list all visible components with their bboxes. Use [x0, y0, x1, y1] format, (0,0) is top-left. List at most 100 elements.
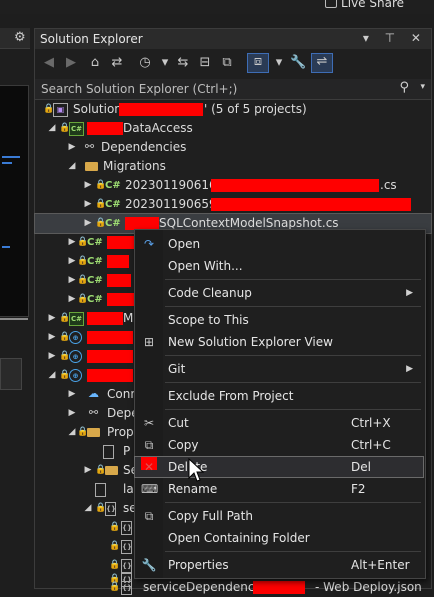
expand-arrow-icon[interactable]: ▶ — [67, 290, 77, 309]
tree-item-label: M — [123, 311, 134, 325]
wrench-icon: 🔧 — [141, 558, 157, 572]
collapse-arrow-icon[interactable]: ◢ — [83, 499, 93, 518]
expand-arrow-icon[interactable]: ▶ — [47, 328, 57, 347]
search-input[interactable]: Search Solution Explorer (Ctrl+;) — [41, 82, 237, 96]
show-all-files-icon[interactable]: ⧉ — [219, 55, 235, 71]
lock-icon: 🔒 — [59, 123, 71, 133]
toolbar-dropdown-icon[interactable]: ▾ — [271, 55, 287, 71]
preview-selected-icon[interactable]: ⧈ — [247, 53, 269, 73]
explorer-toolbar: ◀ ▶ ⌂ ⇄ ◷ ▾ ⇆ ⊟ ⧉ ⧈ ▾ 🔧 ⇌ — [35, 49, 431, 80]
lock-icon: 🔒 — [109, 541, 121, 551]
switch-views-icon[interactable]: ⇄ — [109, 55, 125, 71]
tree-item[interactable]: 🔒 ▣ Solution ' ' (5 of 5 projects) — [35, 100, 431, 119]
context-menu: ↷ Open Open With... Code Cleanup ▶ Scope t… — [134, 229, 426, 579]
menu-separator — [165, 306, 421, 307]
menu-item-copy-full-path[interactable]: ⧉ Copy Full Path — [135, 506, 423, 526]
collapse-arrow-icon[interactable]: ◢ — [47, 366, 57, 385]
collapse-all-icon[interactable]: ⊟ — [197, 55, 213, 71]
delete-x-icon: ✕ — [141, 457, 157, 474]
cs-file-icon: C# — [87, 256, 103, 267]
search-icon[interactable]: ⚲ — [399, 80, 409, 95]
menu-item-git[interactable]: Git ▶ — [135, 359, 423, 379]
expand-arrow-icon[interactable]: ▶ — [67, 385, 77, 404]
menu-item-scope-to-this[interactable]: Scope to This — [135, 310, 423, 330]
live-share-button[interactable]: Live Share — [325, 0, 404, 10]
menu-item-rename[interactable]: ⌨ Rename F2 — [135, 479, 423, 499]
menu-item-new-view[interactable]: ⊞ New Solution Explorer View — [135, 332, 423, 352]
tree-item[interactable]: ◢ Migrations — [35, 157, 431, 176]
expand-arrow-icon[interactable]: ▶ — [67, 252, 77, 271]
menu-separator — [165, 355, 421, 356]
rename-icon: ⌨ — [141, 482, 159, 496]
properties-wrench-icon[interactable]: 🔧 — [290, 55, 306, 71]
pending-changes-icon[interactable]: ◷ — [137, 55, 153, 71]
expand-arrow-icon[interactable]: ▶ — [47, 347, 57, 366]
code-minimap — [0, 85, 29, 317]
tree-item[interactable]: ▶ 🔒 C# 20230119065917_ — [35, 195, 431, 214]
menu-item-delete[interactable]: ✕ Delete Del — [134, 456, 424, 478]
lock-icon: 🔒 — [43, 104, 55, 114]
menu-item-properties[interactable]: 🔧 Properties Alt+Enter — [135, 555, 423, 575]
menu-separator — [165, 502, 421, 503]
menu-item-copy[interactable]: ⧉ Copy Ctrl+C — [135, 435, 423, 455]
menu-item-open[interactable]: ↷ Open — [135, 234, 423, 254]
dropdown-icon[interactable]: ▾ — [157, 55, 173, 71]
scissors-icon: ✂ — [143, 416, 155, 430]
expand-arrow-icon[interactable]: ▶ — [67, 404, 77, 423]
menu-item-code-cleanup[interactable]: Code Cleanup ▶ — [135, 283, 423, 303]
tree-item[interactable]: 🔒{} serviceDependencies - Web Deploy.json — [35, 578, 431, 597]
proj-file-icon: C# — [69, 122, 84, 136]
collapse-arrow-icon[interactable]: ◢ — [67, 157, 77, 176]
tree-item-label: Prop — [107, 425, 134, 439]
cloud-file-icon: ☁ — [88, 387, 99, 400]
tree-item[interactable]: ▶ ⚯ Dependencies — [35, 138, 431, 157]
forward-icon[interactable]: ▶ — [63, 55, 79, 71]
redaction-block — [87, 331, 133, 344]
redaction-block — [119, 103, 203, 116]
lock-icon: 🔒 — [77, 294, 89, 304]
expand-arrow-icon[interactable]: ▶ — [67, 271, 77, 290]
folder-file-icon — [87, 428, 100, 437]
search-box[interactable]: Search Solution Explorer (Ctrl+;) ⚲ ▾ — [35, 79, 431, 100]
panel-window-buttons[interactable]: ▾ ⊤ ✕ — [363, 31, 427, 45]
menu-item-cut[interactable]: ✂ Cut Ctrl+X — [135, 413, 423, 433]
home-icon[interactable]: ⌂ — [87, 55, 103, 71]
expand-arrow-icon[interactable]: ▶ — [67, 233, 77, 252]
redaction-block — [107, 293, 137, 306]
doc-file-icon: {} — [121, 581, 132, 595]
menu-separator — [165, 279, 421, 280]
lock-icon: 🔒 — [95, 218, 107, 228]
expand-arrow-icon[interactable]: ▶ — [83, 176, 93, 195]
folder-file-icon — [105, 466, 118, 475]
web-file-icon: ⊕ — [69, 369, 82, 382]
collapse-arrow-icon[interactable]: ◢ — [47, 119, 57, 138]
cs-file-icon: C# — [105, 218, 121, 229]
gear-icon[interactable]: ⚙ — [14, 30, 26, 45]
menu-item-open-containing-folder[interactable]: Open Containing Folder — [135, 528, 423, 548]
lock-icon: 🔒 — [59, 332, 71, 342]
expand-arrow-icon[interactable]: ▶ — [83, 195, 93, 214]
submenu-arrow-icon: ▶ — [406, 364, 413, 374]
menu-item-open-with[interactable]: Open With... — [135, 256, 423, 276]
expand-arrow-icon[interactable]: ▶ — [83, 214, 93, 233]
lock-icon: 🔒 — [77, 256, 89, 266]
expand-arrow-icon[interactable]: ▶ — [67, 138, 77, 157]
lock-icon: 🔒 — [95, 465, 107, 475]
menu-item-exclude[interactable]: Exclude From Project — [135, 386, 423, 406]
open-arrow-icon: ↷ — [143, 237, 155, 251]
sync-icon[interactable]: ⇆ — [175, 55, 191, 71]
doc-file-icon — [95, 483, 106, 497]
collapse-arrow-icon[interactable]: ◢ — [67, 423, 77, 442]
web-file-icon: ⊕ — [69, 331, 82, 344]
tree-item-label: P — [123, 444, 131, 458]
editor-panel — [0, 358, 22, 390]
tree-item[interactable]: ▶ 🔒 C# 20230119061616_ .cs — [35, 176, 431, 195]
expand-arrow-icon[interactable]: ▶ — [83, 461, 93, 480]
cs-file-icon: C# — [87, 294, 103, 305]
search-options-icon[interactable]: ▾ — [420, 82, 425, 92]
back-icon[interactable]: ◀ — [41, 55, 57, 71]
redaction-block — [87, 122, 123, 135]
pin-icon[interactable]: ⇌ — [311, 53, 333, 73]
tree-item[interactable]: ◢ 🔒 C# DataAccess — [35, 119, 431, 138]
expand-arrow-icon[interactable]: ▶ — [47, 309, 57, 328]
